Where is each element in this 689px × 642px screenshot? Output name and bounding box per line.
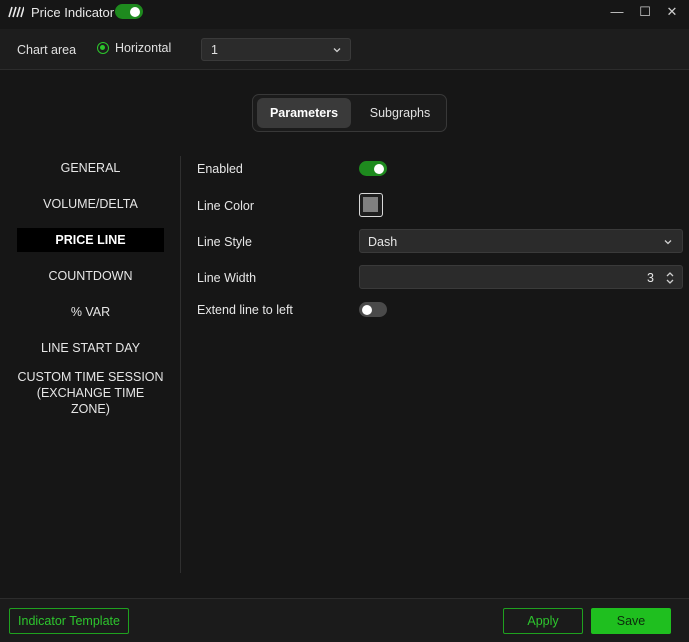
close-icon[interactable]: ✕: [664, 4, 680, 20]
chevron-down-icon: [333, 48, 341, 53]
sidebar-item-label-line2: (EXCHANGE TIME ZONE): [36, 386, 145, 416]
minimize-icon[interactable]: —: [609, 4, 625, 20]
tab-subgraphs[interactable]: Subgraphs: [357, 98, 443, 128]
extend-left-toggle[interactable]: [359, 302, 387, 317]
enabled-label: Enabled: [197, 162, 243, 176]
horizontal-radio-label[interactable]: Horizontal: [115, 41, 171, 55]
toggle-knob: [130, 6, 140, 17]
line-width-label: Line Width: [197, 271, 257, 285]
nav-divider: [180, 156, 181, 573]
radio-dot: [100, 45, 105, 50]
indicator-enabled-toggle[interactable]: [115, 4, 143, 19]
sidebar-item-label: CUSTOM TIME SESSION: [17, 370, 164, 384]
chart-area-select-value: 1: [211, 43, 218, 57]
line-style-value: Dash: [368, 235, 398, 249]
sidebar-item-countdown[interactable]: COUNTDOWN: [17, 264, 164, 288]
apply-button[interactable]: Apply: [503, 608, 583, 634]
extend-left-label: Extend line to left: [197, 303, 293, 317]
stepper-arrows-icon[interactable]: [664, 269, 676, 287]
horizontal-radio[interactable]: [97, 42, 109, 54]
sidebar-item-custom-time-session[interactable]: CUSTOM TIME SESSION (EXCHANGE TIME ZONE): [17, 370, 164, 416]
line-width-stepper[interactable]: 3: [359, 265, 683, 289]
indicator-template-button[interactable]: Indicator Template: [9, 608, 129, 634]
save-button[interactable]: Save: [591, 608, 671, 634]
line-width-value: 3: [647, 271, 654, 285]
sidebar-item-volume-delta[interactable]: VOLUME/DELTA: [17, 192, 164, 216]
footer-bar: Indicator Template Apply Save: [0, 598, 689, 642]
tab-switcher: Parameters Subgraphs: [252, 94, 447, 132]
window-title: Price Indicator: [31, 5, 115, 20]
chart-area-label: Chart area: [17, 43, 77, 57]
maximize-icon[interactable]: ☐: [637, 4, 653, 20]
chart-area-select[interactable]: 1: [201, 38, 351, 61]
sidebar-item-var[interactable]: % VAR: [17, 300, 164, 324]
toggle-knob: [374, 163, 384, 174]
sidebar-item-price-line[interactable]: PRICE LINE: [17, 228, 164, 252]
toggle-knob: [362, 304, 372, 315]
sidebar-item-line-start-day[interactable]: LINE START DAY: [17, 336, 164, 360]
sidebar-item-general[interactable]: GENERAL: [17, 156, 164, 180]
line-color-swatch: [363, 197, 378, 212]
line-color-picker[interactable]: [359, 193, 383, 217]
app-logo-icon: [8, 6, 24, 18]
chart-area-row: Chart area Horizontal 1: [0, 29, 689, 70]
line-style-select[interactable]: Dash: [359, 229, 683, 253]
tab-parameters[interactable]: Parameters: [257, 98, 351, 128]
chevron-down-icon: [664, 240, 672, 245]
title-bar: Price Indicator — ☐ ✕: [0, 0, 689, 25]
enabled-toggle[interactable]: [359, 161, 387, 176]
line-style-label: Line Style: [197, 235, 252, 249]
line-color-label: Line Color: [197, 199, 254, 213]
